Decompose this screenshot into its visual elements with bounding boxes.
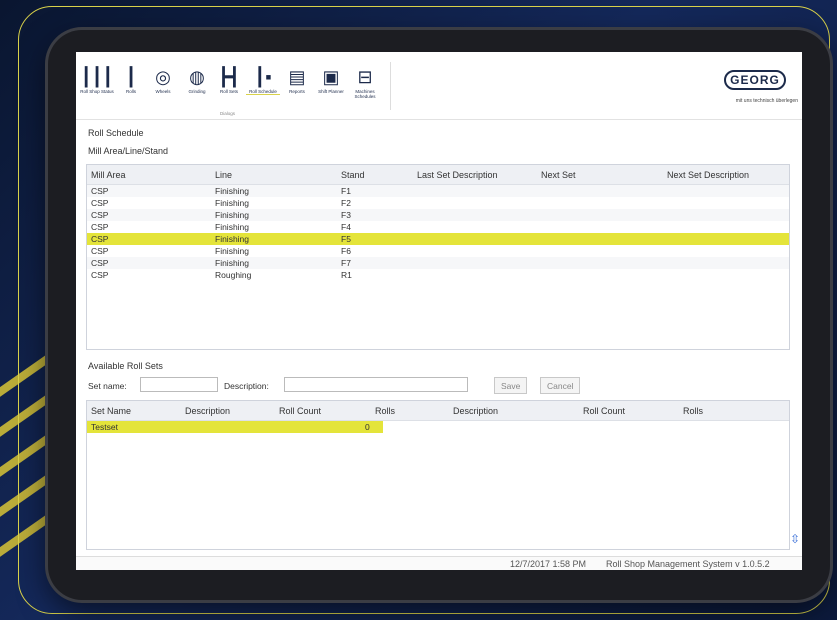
status-bar: 12/7/2017 1:58 PM Roll Shop Management S… [76, 556, 802, 570]
tool-roll-sets[interactable]: ┣┫ Roll Sets [212, 66, 246, 94]
toolbar: ┃┃┃ Roll Shop Status ┃ Rolls ◎ Wheels ◍ … [76, 52, 802, 120]
table-row[interactable]: CSP Finishing F1 [87, 185, 789, 197]
column-header[interactable]: Stand [341, 170, 365, 180]
table-row[interactable]: CSP Finishing F7 [87, 257, 789, 269]
schedule-grid-header: Mill Area Line Stand Last Set Descriptio… [87, 165, 789, 185]
tool-wheels[interactable]: ◎ Wheels [146, 66, 180, 94]
wheel-icon: ◎ [155, 67, 171, 87]
roll-icon: ┃ [125, 67, 137, 87]
tool-roll-shop-status[interactable]: ┃┃┃ Roll Shop Status [80, 66, 114, 94]
tool-shift-planner[interactable]: ▣ Shift Planner [314, 66, 348, 94]
bars-icon: ┃┃┃ [80, 67, 114, 87]
tool-grinding[interactable]: ◍ Grinding [180, 66, 214, 94]
grinding-icon: ◍ [189, 67, 205, 87]
company-logo: GEORG [724, 70, 786, 90]
table-row[interactable]: CSP Finishing F2 [87, 197, 789, 209]
app-screen: ┃┃┃ Roll Shop Status ┃ Rolls ◎ Wheels ◍ … [76, 52, 802, 570]
section-subtitle: Mill Area/Line/Stand [88, 146, 169, 156]
column-header[interactable]: Roll Count [279, 406, 321, 416]
roll-set-icon: ┣┫ [218, 67, 240, 87]
tool-roll-schedule[interactable]: ┃▪ Roll Schedule [246, 66, 280, 95]
clipboard-icon: ▤ [288, 67, 306, 87]
column-header[interactable]: Mill Area [91, 170, 126, 180]
column-header[interactable]: Line [215, 170, 232, 180]
calendar-icon: ▣ [322, 67, 340, 87]
table-row[interactable]: CSP Roughing R1 [87, 269, 789, 281]
column-header[interactable]: Rolls [375, 406, 395, 416]
cancel-button[interactable]: Cancel [540, 377, 581, 394]
save-button[interactable]: Save [494, 377, 528, 394]
status-datetime: 12/7/2017 1:58 PM [510, 559, 587, 569]
rollsets-grid-header: Set Name Description Roll Count Rolls De… [87, 401, 789, 421]
scroll-icon[interactable]: ⇳ [790, 532, 800, 546]
roll-schedule-icon: ┃▪ [254, 67, 272, 87]
schedule-grid: Mill Area Line Stand Last Set Descriptio… [86, 164, 790, 350]
tool-reports[interactable]: ▤ Reports [280, 66, 314, 94]
column-header[interactable]: Rolls [683, 406, 703, 416]
toolbar-divider [390, 62, 391, 110]
table-row[interactable]: CSP Finishing F6 [87, 245, 789, 257]
description-label: Description: [224, 381, 269, 391]
column-header[interactable]: Roll Count [583, 406, 625, 416]
tool-rolls[interactable]: ┃ Rolls [114, 66, 148, 94]
tool-machines-schedules[interactable]: ⊟ Machines Schedules [348, 66, 382, 99]
page-title: Roll Schedule [88, 128, 144, 138]
table-row[interactable]: CSP Finishing F4 [87, 221, 789, 233]
schedule-grid-body: CSP Finishing F1 CSP Finishing F2 CSP Fi… [87, 185, 789, 281]
rollset-form: Set name: Description: Save Cancel [88, 377, 792, 397]
column-header[interactable]: Last Set Description [417, 170, 498, 180]
description-input[interactable] [284, 377, 468, 392]
column-header[interactable]: Description [185, 406, 230, 416]
toolbar-group-label: Dialogs [220, 111, 236, 116]
rollsets-grid: Set Name Description Roll Count Rolls De… [86, 400, 790, 550]
column-header[interactable]: Set Name [91, 406, 131, 416]
column-header[interactable]: Next Set [541, 170, 576, 180]
status-system: Roll Shop Management System v 1.0.5.2 [606, 559, 770, 569]
set-name-label: Set name: [88, 381, 127, 391]
company-tagline: mit uns technisch überlegen [735, 98, 798, 104]
column-header[interactable]: Next Set Description [667, 170, 749, 180]
column-header[interactable]: Description [453, 406, 498, 416]
set-name-input[interactable] [140, 377, 218, 392]
table-row-selected[interactable]: CSP Finishing F5 [87, 233, 789, 245]
rollsets-title: Available Roll Sets [88, 361, 163, 371]
machine-icon: ⊟ [357, 67, 373, 87]
table-row[interactable]: CSP Finishing F3 [87, 209, 789, 221]
table-row-selected[interactable]: Testset 0 [87, 421, 383, 433]
